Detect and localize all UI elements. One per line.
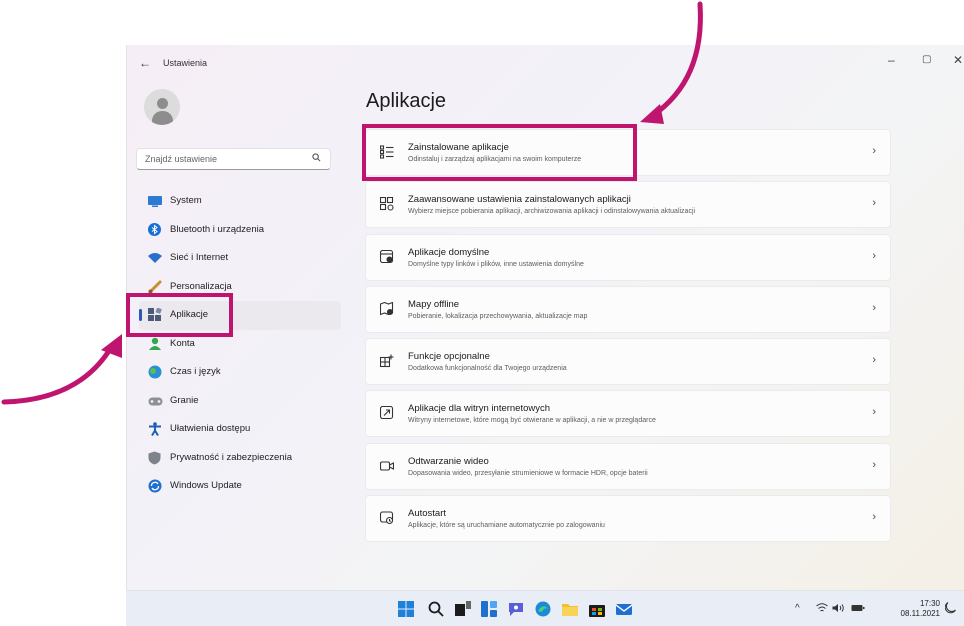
notification-icon[interactable]: [944, 602, 956, 617]
arrow-down: [649, 1, 703, 119]
tray-overflow-icon[interactable]: ^: [795, 603, 800, 614]
arrowhead-down: [640, 104, 664, 124]
battery-icon[interactable]: [851, 603, 865, 616]
date-label: 08.11.2021: [900, 609, 940, 618]
volume-icon[interactable]: [832, 603, 846, 616]
store-icon[interactable]: [589, 601, 605, 617]
widgets-icon[interactable]: [481, 601, 497, 617]
arrow-up: [1, 343, 115, 405]
clock[interactable]: 17:30 08.11.2021: [901, 599, 940, 619]
search-icon[interactable]: [428, 601, 444, 617]
wifi-icon[interactable]: [816, 603, 828, 616]
task-view-icon[interactable]: [455, 601, 471, 616]
time-label: 17:30: [919, 599, 940, 608]
explorer-icon[interactable]: [562, 601, 578, 616]
annotation-arrows: [1, 1, 703, 405]
edge-icon[interactable]: [535, 601, 551, 617]
mail-icon[interactable]: [615, 601, 633, 616]
taskbar: ^ 17:30 08.11.2021: [126, 590, 964, 626]
start-icon[interactable]: [398, 601, 414, 617]
chat-icon[interactable]: [508, 601, 523, 616]
